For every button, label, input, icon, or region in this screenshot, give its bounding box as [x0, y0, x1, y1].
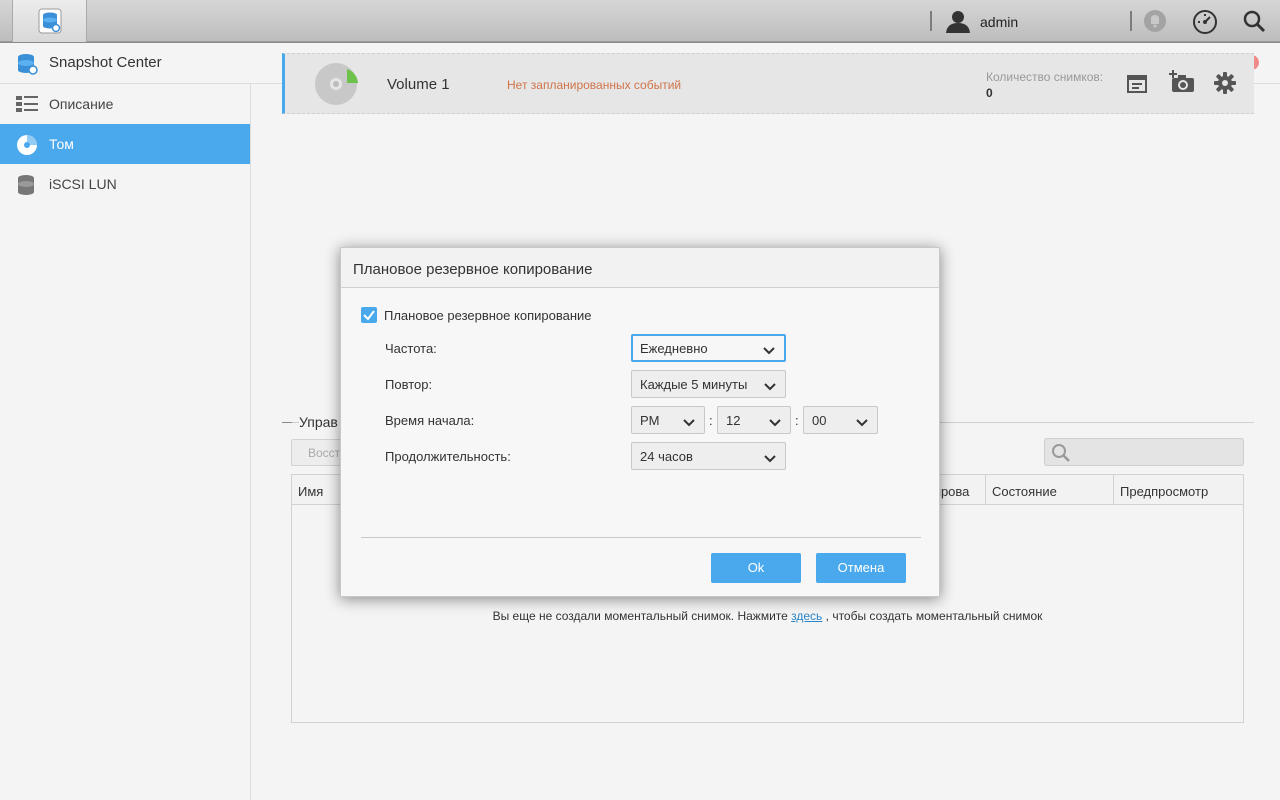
app-logo-icon: [15, 52, 39, 79]
database-icon: [38, 8, 62, 37]
ok-button[interactable]: Ok: [711, 553, 801, 583]
chevron-down-icon: [769, 415, 781, 430]
dialog-title: Плановое резервное копирование: [353, 261, 593, 278]
dialog-header: Плановое резервное копирование: [341, 248, 939, 288]
topbar-divider: [1130, 11, 1132, 31]
time-separator: :: [709, 413, 713, 428]
frequency-label: Частота:: [385, 341, 437, 356]
username[interactable]: admin: [980, 14, 1018, 30]
calendar-icon[interactable]: [1126, 72, 1148, 97]
search-icon[interactable]: [1242, 9, 1266, 36]
take-snapshot-camera-icon[interactable]: [1169, 69, 1195, 96]
sidebar-item-iscsi-lun[interactable]: iSCSI LUN: [0, 164, 250, 204]
sidebar-item-volume[interactable]: Том: [0, 124, 250, 164]
time-separator: :: [795, 413, 799, 428]
chevron-down-icon: [856, 415, 868, 430]
user-icon[interactable]: [945, 9, 971, 36]
start-minute-value: 00: [812, 413, 827, 428]
duration-label: Продолжительность:: [385, 449, 511, 464]
frequency-select[interactable]: Ежедневно: [631, 334, 786, 362]
repeat-value: Каждые 5 минуты: [640, 377, 748, 392]
snapshot-count-label: Количество снимков:: [986, 70, 1104, 84]
column-header-name[interactable]: Имя: [298, 484, 323, 499]
list-icon: [16, 94, 38, 117]
empty-table-message: Вы еще не создали моментальный снимок. Н…: [292, 609, 1243, 623]
column-divider: [985, 475, 986, 505]
snapshot-center-app-tab[interactable]: [12, 0, 87, 42]
start-ampm-value: PM: [640, 413, 660, 428]
sidebar-item-label: iSCSI LUN: [49, 176, 117, 192]
volume-card[interactable]: Volume 1 Нет запланированных событий Кол…: [282, 53, 1254, 114]
scheduled-backup-checkbox[interactable]: [361, 307, 377, 323]
database-icon: [16, 174, 36, 199]
column-header-preview[interactable]: Предпросмотр: [1120, 484, 1208, 499]
start-ampm-select[interactable]: PM: [631, 406, 705, 434]
chevron-down-icon: [764, 451, 776, 466]
sidebar-item-overview[interactable]: Описание: [0, 84, 250, 124]
sidebar-item-label: Описание: [49, 96, 114, 112]
start-hour-select[interactable]: 12: [717, 406, 791, 434]
snapshot-count: 0: [986, 86, 993, 100]
volume-icon: [16, 134, 38, 159]
repeat-label: Повтор:: [385, 377, 433, 392]
volume-status: Нет запланированных событий: [507, 78, 682, 92]
restore-button-label: Восст: [308, 446, 341, 460]
snapshot-section-title: Управ: [299, 414, 344, 430]
frequency-value: Ежедневно: [640, 341, 708, 356]
chevron-down-icon: [683, 415, 695, 430]
section-divider-dash: [282, 422, 292, 423]
duration-select[interactable]: 24 часов: [631, 442, 786, 470]
start-time-label: Время начала:: [385, 413, 475, 428]
scheduled-backup-checkbox-label[interactable]: Плановое резервное копирование: [384, 308, 592, 323]
settings-gear-icon[interactable]: [1214, 72, 1236, 97]
chevron-down-icon: [764, 379, 776, 394]
duration-value: 24 часов: [640, 449, 693, 464]
cancel-button[interactable]: Отмена: [816, 553, 906, 583]
dialog-divider: [361, 537, 921, 538]
window-title: Snapshot Center: [49, 54, 162, 71]
repeat-select[interactable]: Каждые 5 минуты: [631, 370, 786, 398]
create-snapshot-link[interactable]: здесь: [791, 609, 822, 623]
search-icon: [1051, 443, 1071, 466]
volume-name: Volume 1: [387, 76, 450, 93]
top-bar: admin: [0, 0, 1280, 42]
snapshot-search-input[interactable]: [1044, 438, 1244, 466]
start-hour-value: 12: [726, 413, 741, 428]
sidebar: Описание Том iSCSI LUN: [0, 84, 251, 800]
empty-message-text: Вы еще не создали моментальный снимок. Н…: [492, 609, 792, 623]
scheduled-backup-dialog: Плановое резервное копирование Плановое …: [340, 247, 940, 597]
sidebar-item-label: Том: [49, 136, 74, 152]
column-divider: [1113, 475, 1114, 505]
column-header-status[interactable]: Состояние: [992, 484, 1057, 499]
empty-message-text: , чтобы создать моментальный снимок: [822, 609, 1043, 623]
gauge-icon[interactable]: [1192, 9, 1218, 38]
chevron-down-icon: [763, 343, 775, 358]
volume-disk-icon: [313, 61, 359, 110]
check-icon: [363, 310, 375, 321]
topbar-divider: [930, 11, 932, 31]
start-minute-select[interactable]: 00: [803, 406, 878, 434]
notification-bell-icon[interactable]: [1143, 9, 1167, 36]
